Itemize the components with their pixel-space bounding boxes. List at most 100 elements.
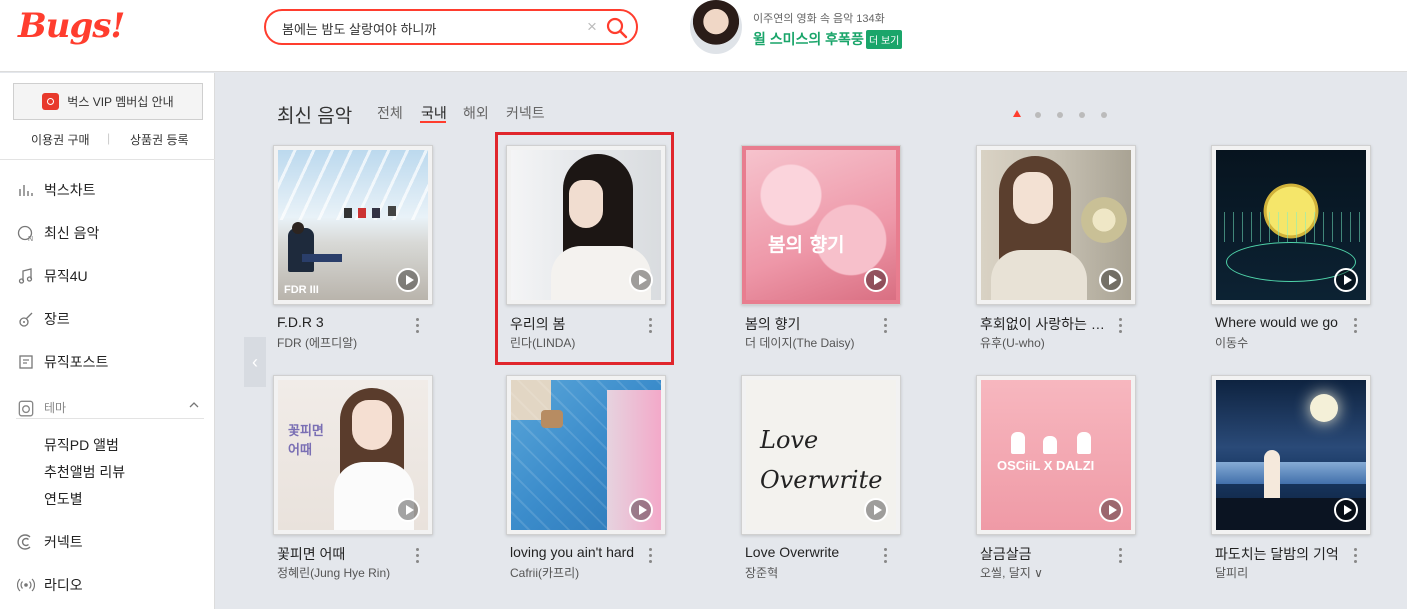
- more-options-icon[interactable]: [880, 548, 890, 566]
- prev-page-button[interactable]: ‹: [244, 337, 266, 387]
- song-title[interactable]: 파도치는 달밤의 기억: [1215, 544, 1350, 564]
- more-options-icon[interactable]: [645, 548, 655, 566]
- guitar-icon: [16, 309, 36, 329]
- song-title[interactable]: 살금살금: [980, 544, 1115, 564]
- sidebar-item-chart[interactable]: 벅스차트: [16, 180, 96, 200]
- sidebar-divider: [0, 159, 215, 160]
- song-title[interactable]: Love Overwrite: [745, 544, 880, 560]
- album-cover[interactable]: [976, 145, 1136, 305]
- clear-icon[interactable]: ×: [587, 17, 597, 37]
- song-artist[interactable]: FDR (에프디알): [277, 334, 412, 351]
- page-dot[interactable]: [1079, 112, 1085, 118]
- play-icon[interactable]: [629, 268, 653, 292]
- theme-sub-item[interactable]: 추천앨범 리뷰: [44, 462, 125, 482]
- song-title[interactable]: Where would we go: [1215, 314, 1350, 330]
- more-options-icon[interactable]: [1115, 548, 1125, 566]
- album-card[interactable]: 꽃피면 어때 꽃피면 어때 정혜린(Jung Hye Rin): [273, 375, 433, 590]
- register-voucher-link[interactable]: 상품권 등록: [130, 131, 189, 148]
- album-cover[interactable]: [1211, 375, 1371, 535]
- play-icon[interactable]: [1334, 268, 1358, 292]
- more-options-icon[interactable]: [1115, 318, 1125, 336]
- promo-title[interactable]: 윌 스미스의 후폭풍: [753, 29, 864, 49]
- radio-icon: [16, 575, 36, 595]
- chevron-up-icon[interactable]: [188, 399, 200, 411]
- album-cover-text: OSCiiL X DALZI: [997, 458, 1095, 473]
- song-artist[interactable]: 장준혁: [745, 564, 880, 581]
- album-cover[interactable]: 봄의 향기: [741, 145, 901, 305]
- section-title: 최신 음악: [277, 106, 353, 127]
- more-options-icon[interactable]: [880, 318, 890, 336]
- album-cover[interactable]: FDR III: [273, 145, 433, 305]
- play-icon[interactable]: [864, 498, 888, 522]
- promo-more-badge[interactable]: 더 보기: [866, 30, 903, 49]
- sidebar-item-theme[interactable]: 테마: [16, 397, 204, 419]
- page-dot[interactable]: [1035, 112, 1041, 118]
- more-options-icon[interactable]: [412, 548, 422, 566]
- more-options-icon[interactable]: [412, 318, 422, 336]
- song-artist[interactable]: 정혜린(Jung Hye Rin): [277, 564, 412, 581]
- song-artist[interactable]: 더 데이지(The Daisy): [745, 334, 880, 351]
- page-dot[interactable]: [1101, 112, 1107, 118]
- play-icon[interactable]: [864, 268, 888, 292]
- play-icon[interactable]: [1334, 498, 1358, 522]
- search-input[interactable]: [282, 18, 582, 38]
- play-icon[interactable]: [396, 268, 420, 292]
- sidebar-item-connect[interactable]: 커넥트: [16, 532, 83, 552]
- tab-domestic[interactable]: 국내: [421, 103, 447, 123]
- search-icon[interactable]: [606, 17, 628, 39]
- song-artist[interactable]: 이동수: [1215, 334, 1350, 351]
- album-cover[interactable]: [1211, 145, 1371, 305]
- tab-overseas[interactable]: 해외: [463, 103, 489, 123]
- song-title[interactable]: 꽃피면 어때: [277, 544, 412, 564]
- album-cover[interactable]: 꽃피면 어때: [273, 375, 433, 535]
- buy-pass-link[interactable]: 이용권 구매: [31, 131, 90, 148]
- album-card[interactable]: FDR III F.D.R 3 FDR (에프디알): [273, 145, 433, 360]
- song-artist[interactable]: 오씰, 달지 ∨: [980, 564, 1115, 581]
- theme-sub-item[interactable]: 연도별: [44, 489, 83, 509]
- album-card[interactable]: Where would we go 이동수: [1211, 145, 1371, 360]
- album-card[interactable]: loving you ain't hard Cafrii(카프리): [506, 375, 666, 590]
- page-dot-active[interactable]: [1013, 110, 1021, 117]
- song-title[interactable]: 봄의 향기: [745, 314, 880, 334]
- sidebar-item-music4u[interactable]: 뮤직4U: [16, 266, 88, 286]
- album-card[interactable]: 우리의 봄 린다(LINDA): [506, 145, 666, 360]
- album-cover[interactable]: OSCiiL X DALZI: [976, 375, 1136, 535]
- song-artist[interactable]: 린다(LINDA): [510, 334, 645, 351]
- song-artist[interactable]: Cafrii(카프리): [510, 564, 645, 581]
- vip-membership-button[interactable]: 벅스 VIP 멤버십 안내: [13, 83, 203, 120]
- play-icon[interactable]: [629, 498, 653, 522]
- play-icon[interactable]: [1099, 498, 1123, 522]
- song-title[interactable]: loving you ain't hard: [510, 544, 645, 560]
- sidebar-item-label: 뮤직포스트: [44, 354, 109, 370]
- album-card[interactable]: OSCiiL X DALZI 살금살금 오씰, 달지 ∨: [976, 375, 1136, 590]
- play-icon[interactable]: [396, 498, 420, 522]
- song-artist[interactable]: 달피리: [1215, 564, 1350, 581]
- song-artist[interactable]: 유후(U-who): [980, 334, 1115, 351]
- page-dot[interactable]: [1057, 112, 1063, 118]
- tab-all[interactable]: 전체: [377, 103, 403, 123]
- album-card[interactable]: 봄의 향기 봄의 향기 더 데이지(The Daisy): [741, 145, 901, 360]
- album-card[interactable]: 파도치는 달밤의 기억 달피리: [1211, 375, 1371, 590]
- tab-connect[interactable]: 커넥트: [506, 103, 545, 123]
- more-options-icon[interactable]: [1350, 548, 1360, 566]
- more-options-icon[interactable]: [1350, 318, 1360, 336]
- promo-avatar[interactable]: [690, 0, 742, 54]
- promo-subtitle: 이주연의 영화 속 음악 134화: [753, 13, 885, 25]
- song-title[interactable]: 후회없이 사랑하는 방법: [980, 314, 1115, 334]
- song-title[interactable]: 우리의 봄: [510, 314, 645, 334]
- more-options-icon[interactable]: [645, 318, 655, 336]
- bugs-logo[interactable]: Bugs!: [18, 6, 125, 46]
- sidebar-item-new-music[interactable]: N 최신 음악: [16, 223, 99, 243]
- sidebar-item-genre[interactable]: 장르: [16, 309, 70, 329]
- album-cover[interactable]: [506, 145, 666, 305]
- song-title[interactable]: F.D.R 3: [277, 314, 412, 330]
- play-icon[interactable]: [1099, 268, 1123, 292]
- album-card[interactable]: Love Overwrite Love Overwrite 장준혁: [741, 375, 901, 590]
- sidebar-item-music-post[interactable]: 뮤직포스트: [16, 352, 108, 372]
- sidebar-item-radio[interactable]: 라디오: [16, 575, 83, 595]
- album-card[interactable]: 후회없이 사랑하는 방법 유후(U-who): [976, 145, 1136, 360]
- theme-sub-item[interactable]: 뮤직PD 앨범: [44, 435, 119, 455]
- post-icon: [16, 352, 36, 372]
- album-cover[interactable]: [506, 375, 666, 535]
- album-cover[interactable]: Love Overwrite: [741, 375, 901, 535]
